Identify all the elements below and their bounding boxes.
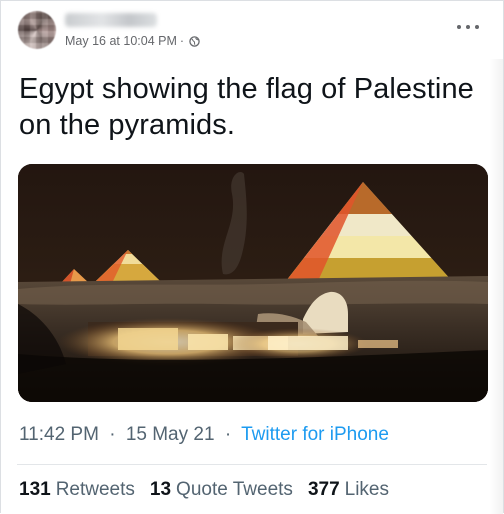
quotes-label: Quote Tweets <box>176 479 293 500</box>
tweet-source-link[interactable]: Twitter for iPhone <box>241 424 389 445</box>
tweet-text: Egypt showing the flag of Palestine on t… <box>19 73 474 141</box>
quotes-count: 13 <box>149 479 172 500</box>
tweet-photo[interactable] <box>18 164 488 402</box>
tweet-stats: 131 Retweets 13 Quote Tweets 377 Likes <box>19 479 389 501</box>
retweets-label: Retweets <box>55 479 135 500</box>
retweets-stat[interactable]: 131 Retweets <box>19 479 135 501</box>
more-options-icon[interactable] <box>457 21 479 33</box>
poster-name-blurred[interactable] <box>65 13 157 27</box>
tweet-time[interactable]: 11:42 PM <box>19 424 99 445</box>
tweet-meta-dot-2: · <box>224 424 232 445</box>
poster-avatar[interactable] <box>18 11 56 49</box>
meta-separator: · <box>179 34 185 48</box>
quote-tweets-stat[interactable]: 13 Quote Tweets <box>150 479 293 501</box>
likes-count: 377 <box>307 479 340 500</box>
post-timestamp[interactable]: May 16 at 10:04 PM <box>65 34 177 48</box>
tweet-meta-dot: · <box>109 424 116 445</box>
retweets-count: 131 <box>19 479 51 500</box>
likes-stat[interactable]: 377 Likes <box>308 479 389 501</box>
post-meta: May 16 at 10:04 PM · <box>65 34 200 48</box>
tweet-timestamp-line: 11:42 PM · 15 May 21 · Twitter for iPhon… <box>19 424 389 446</box>
right-edge-shadow <box>489 59 503 514</box>
pyramids-photo-image <box>18 164 488 402</box>
globe-icon <box>189 35 200 47</box>
stats-divider <box>17 464 487 465</box>
facebook-post: May 16 at 10:04 PM · Egypt showing the f… <box>0 0 504 514</box>
likes-label: Likes <box>344 479 389 500</box>
tweet-date[interactable]: 15 May 21 <box>126 424 215 445</box>
